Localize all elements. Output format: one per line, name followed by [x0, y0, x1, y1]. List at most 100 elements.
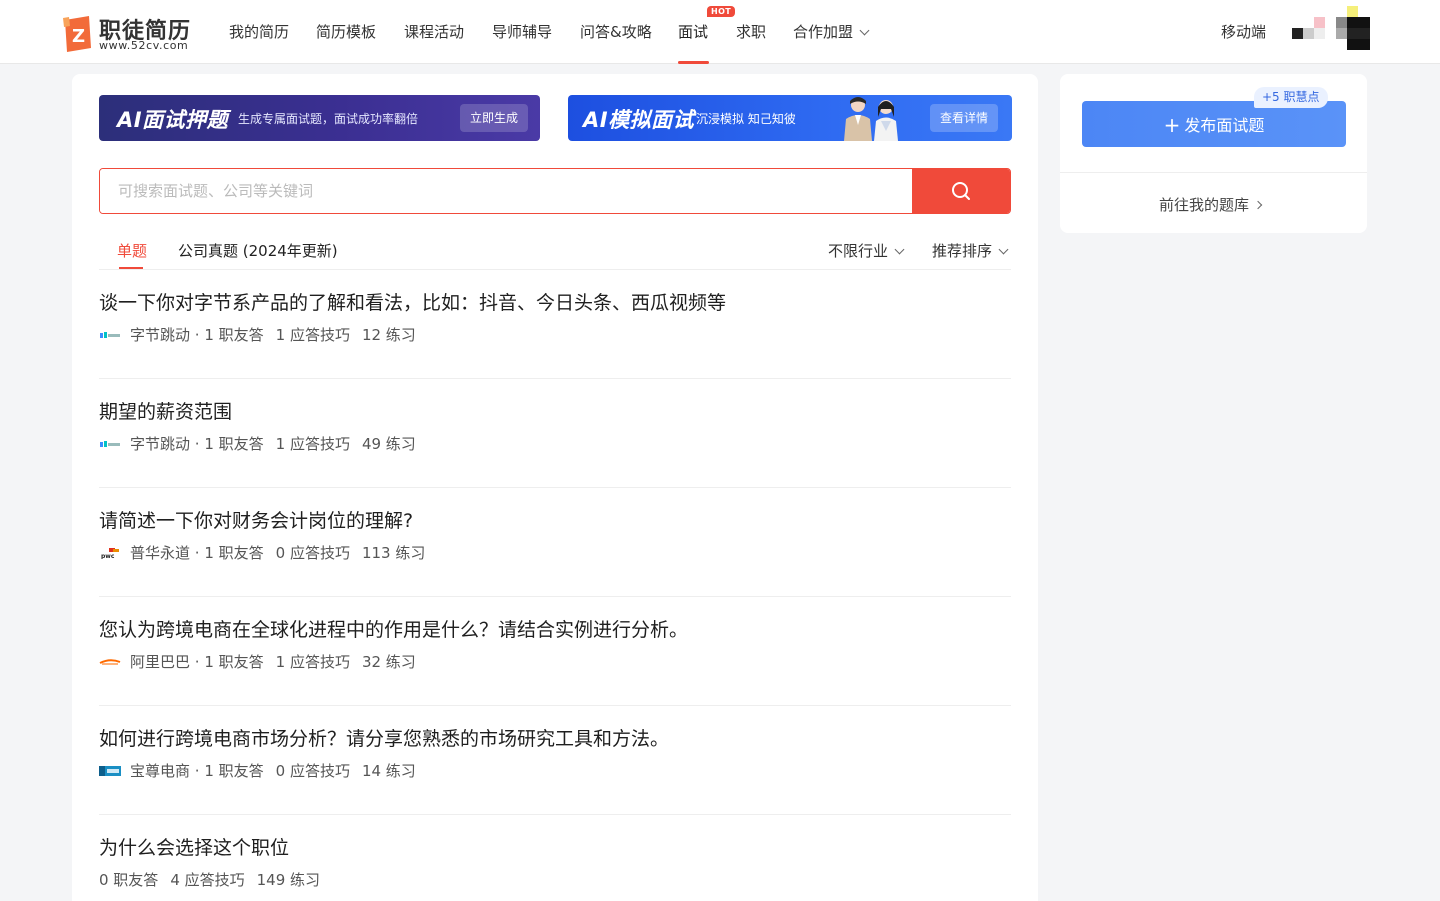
practice-count: 113 练习: [361, 544, 426, 562]
question-item[interactable]: 期望的薪资范围 字节跳动 · 1 职友答 1 应答技巧 49 练习: [99, 379, 1011, 488]
practice-count: 49 练习: [361, 435, 416, 453]
search-bar: [99, 168, 1011, 214]
divider: [1060, 172, 1367, 173]
question-item[interactable]: 您认为跨境电商在全球化进程中的作用是什么？请结合实例进行分析。 阿里巴巴 · 1…: [99, 597, 1011, 706]
company-name: 宝尊电商: [130, 762, 191, 780]
chevron-down-icon: [894, 244, 905, 255]
sort-label: 推荐排序: [932, 242, 993, 260]
nav-item-templates[interactable]: 简历模板: [316, 21, 376, 42]
meta-dot: ·: [190, 761, 205, 780]
hot-badge: HOT: [707, 6, 736, 17]
nav-item-partnership-label: 合作加盟: [793, 23, 854, 41]
question-meta: 阿里巴巴 · 1 职友答 1 应答技巧 32 练习: [99, 651, 416, 672]
banner-title: AI模拟面试: [583, 108, 695, 132]
question-item[interactable]: 谈一下你对字节系产品的了解和看法，比如：抖音、今日头条、西瓜视频等 字节跳动 ·…: [99, 270, 1011, 379]
points-reward-badge: +5 职慧点: [1254, 87, 1328, 108]
answer-count: 1 职友答: [204, 326, 264, 344]
publish-question-label: 发布面试题: [1184, 116, 1265, 135]
site-logo[interactable]: Z 职徒简历 www.52cv.com: [61, 12, 211, 54]
industry-filter-dropdown[interactable]: 不限行业: [828, 240, 905, 261]
tab-single-question[interactable]: 单题: [117, 240, 147, 261]
ai-interview-predict-banner[interactable]: AI面试押题 生成专属面试题，面试成功率翻倍 立即生成: [99, 95, 540, 141]
meta-dot: ·: [190, 325, 205, 344]
company-name: 普华永道: [130, 544, 191, 562]
company-name: 字节跳动: [130, 326, 191, 344]
search-input[interactable]: [100, 169, 912, 213]
answer-count: 1 职友答: [204, 544, 264, 562]
question-title: 期望的薪资范围: [99, 401, 233, 423]
nav-item-qa[interactable]: 问答&攻略: [580, 21, 652, 42]
nav-item-interview[interactable]: 面试: [678, 21, 708, 42]
question-item[interactable]: 如何进行跨境电商市场分析？请分享您熟悉的市场研究工具和方法。 宝尊电商 · 1 …: [99, 706, 1011, 815]
practice-count: 14 练习: [361, 762, 416, 780]
ai-mock-interview-banner[interactable]: AI模拟面试 沉浸模拟 知己知彼 查看详情: [568, 95, 1012, 141]
svg-text:pwc: pwc: [101, 553, 115, 559]
chevron-right-icon: [1253, 200, 1263, 210]
tips-count: 0 应答技巧: [275, 544, 350, 562]
tips-count: 0 应答技巧: [275, 762, 350, 780]
question-meta: pwc 普华永道 · 1 职友答 0 应答技巧 113 练习: [99, 542, 425, 563]
mobile-link[interactable]: 移动端: [1221, 21, 1266, 42]
chevron-down-icon: [859, 25, 870, 36]
search-icon: [952, 182, 970, 200]
baozun-logo-icon: [99, 765, 121, 776]
user-avatar[interactable]: [1292, 6, 1370, 50]
nav-item-my-resume[interactable]: 我的简历: [229, 21, 289, 42]
plus-icon: +: [1163, 113, 1181, 137]
answer-count: 1 职友答: [204, 762, 264, 780]
question-meta: 字节跳动 · 1 职友答 1 应答技巧 49 练习: [99, 433, 416, 454]
nav-item-jobs[interactable]: 求职: [736, 21, 766, 42]
meta-dot: ·: [190, 434, 205, 453]
tips-count: 1 应答技巧: [275, 653, 350, 671]
question-title: 如何进行跨境电商市场分析？请分享您熟悉的市场研究工具和方法。: [99, 728, 670, 750]
nav-item-mentor[interactable]: 导师辅导: [492, 21, 552, 42]
answer-count: 1 职友答: [204, 435, 264, 453]
practice-count: 32 练习: [361, 653, 416, 671]
svg-text:Z: Z: [72, 26, 85, 47]
tips-count: 4 应答技巧: [170, 871, 245, 889]
alibaba-logo-icon: [99, 658, 121, 665]
tab-company-questions[interactable]: 公司真题 (2024年更新): [178, 240, 338, 261]
banner-title: AI面试押题: [117, 108, 229, 132]
logo-mark-icon: Z: [63, 16, 91, 52]
question-tabs: 单题 公司真题 (2024年更新) 不限行业 推荐排序: [99, 240, 1011, 270]
question-meta: 宝尊电商 · 1 职友答 0 应答技巧 14 练习: [99, 760, 416, 781]
search-button[interactable]: [912, 169, 1010, 213]
chevron-down-icon: [998, 244, 1009, 255]
question-meta: 字节跳动 · 1 职友答 1 应答技巧 12 练习: [99, 324, 416, 345]
view-details-button[interactable]: 查看详情: [930, 104, 999, 132]
interviewers-illustration-icon: [844, 97, 898, 141]
meta-dot: ·: [190, 652, 205, 671]
answer-count: 0 职友答: [99, 871, 159, 889]
sort-dropdown[interactable]: 推荐排序: [932, 240, 1009, 261]
pwc-logo-icon: pwc: [101, 547, 119, 559]
industry-filter-label: 不限行业: [828, 242, 889, 260]
question-title: 为什么会选择这个职位: [99, 837, 290, 859]
banner-description: 生成专属面试题，面试成功率翻倍: [238, 112, 419, 126]
question-item[interactable]: 为什么会选择这个职位 0 职友答 4 应答技巧 149 练习: [99, 815, 1011, 901]
logo-subtitle: www.52cv.com: [99, 39, 189, 52]
meta-dot: ·: [190, 543, 205, 562]
nav-item-courses[interactable]: 课程活动: [404, 21, 464, 42]
tab-active-underline: [119, 267, 143, 269]
my-question-bank-link[interactable]: 前往我的题库: [1159, 194, 1263, 215]
tips-count: 1 应答技巧: [275, 326, 350, 344]
nav-item-partnership[interactable]: 合作加盟: [793, 21, 870, 42]
question-title: 您认为跨境电商在全球化进程中的作用是什么？请结合实例进行分析。: [99, 619, 689, 641]
main-content-card: AI面试押题 生成专属面试题，面试成功率翻倍 立即生成 AI模拟面试 沉浸模拟 …: [72, 74, 1038, 901]
answer-count: 1 职友答: [204, 653, 264, 671]
top-header: Z 职徒简历 www.52cv.com 我的简历 简历模板 课程活动 导师辅导 …: [0, 0, 1440, 64]
my-question-bank-label: 前往我的题库: [1159, 196, 1250, 214]
practice-count: 149 练习: [256, 871, 321, 889]
tips-count: 1 应答技巧: [275, 435, 350, 453]
banner-description: 沉浸模拟 知己知彼: [696, 112, 796, 126]
question-title: 请简述一下你对财务会计岗位的理解?: [99, 510, 414, 532]
question-meta: 0 职友答 4 应答技巧 149 练习: [99, 869, 320, 890]
company-name: 阿里巴巴: [130, 653, 191, 671]
company-name: 字节跳动: [130, 435, 191, 453]
question-title: 谈一下你对字节系产品的了解和看法，比如：抖音、今日头条、西瓜视频等: [99, 292, 727, 314]
generate-now-button[interactable]: 立即生成: [460, 104, 529, 132]
bytedance-logo-icon: [100, 331, 120, 338]
nav-active-underline: [678, 61, 709, 64]
question-item[interactable]: 请简述一下你对财务会计岗位的理解? pwc 普华永道 · 1 职友答 0 应答技…: [99, 488, 1011, 597]
